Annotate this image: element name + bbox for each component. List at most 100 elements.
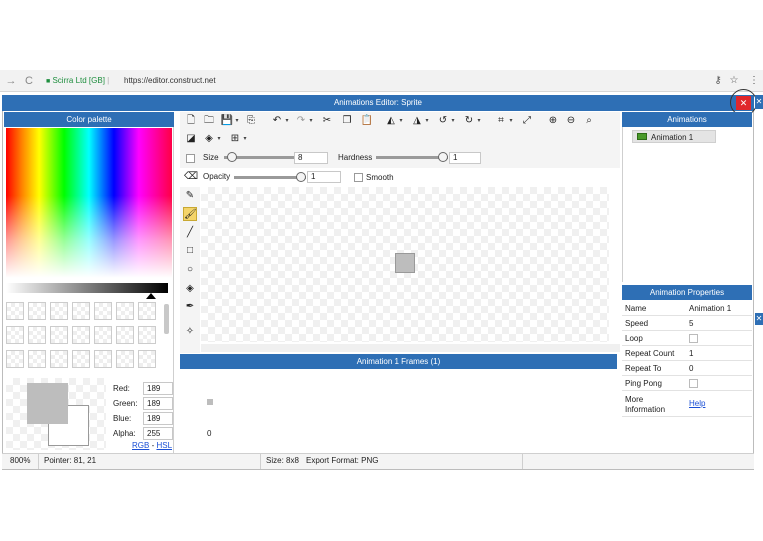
swatch[interactable] bbox=[116, 350, 134, 368]
hsl-mode-link[interactable]: HSL bbox=[156, 441, 172, 450]
redo-icon[interactable]: ↷ bbox=[294, 114, 308, 128]
color-picker-tool-icon[interactable]: ✒ bbox=[183, 300, 197, 314]
rotate-cw-dropdown-icon[interactable]: ▾ bbox=[476, 114, 482, 128]
zoom-in-icon[interactable]: ⊕ bbox=[546, 114, 560, 128]
swatch[interactable] bbox=[138, 302, 156, 320]
rgb-mode-link[interactable]: RGB bbox=[132, 441, 149, 450]
swatch[interactable] bbox=[6, 302, 24, 320]
swatch[interactable] bbox=[94, 302, 112, 320]
reload-icon[interactable]: C bbox=[22, 74, 36, 88]
property-value[interactable]: 1 bbox=[689, 346, 693, 361]
grid-icon[interactable]: ⊞ bbox=[228, 132, 242, 146]
forward-icon[interactable]: → bbox=[4, 74, 18, 88]
blue-input[interactable]: 189 bbox=[143, 412, 173, 425]
opacity-input[interactable]: 1 bbox=[307, 171, 341, 183]
ping-pong-checkbox[interactable] bbox=[689, 379, 698, 388]
hardness-slider-thumb[interactable] bbox=[438, 152, 448, 162]
opacity-slider-thumb[interactable] bbox=[296, 172, 306, 182]
fill-tool-icon[interactable]: ◈ bbox=[183, 282, 197, 296]
save-dropdown-icon[interactable]: ▾ bbox=[234, 114, 240, 128]
rotate-cw-icon[interactable]: ↻ bbox=[462, 114, 476, 128]
rotate-ccw-dropdown-icon[interactable]: ▾ bbox=[450, 114, 456, 128]
opacity-slider[interactable] bbox=[234, 172, 306, 182]
rectangle-tool-icon[interactable]: □ bbox=[183, 244, 197, 258]
red-input[interactable]: 189 bbox=[143, 382, 173, 395]
swatch[interactable] bbox=[72, 350, 90, 368]
undo-dropdown-icon[interactable]: ▾ bbox=[284, 114, 290, 128]
swatch[interactable] bbox=[50, 326, 68, 344]
flip-v-dropdown-icon[interactable]: ▾ bbox=[424, 114, 430, 128]
crop-icon[interactable]: ⌗ bbox=[494, 114, 508, 128]
size-input[interactable]: 8 bbox=[294, 152, 328, 164]
canvas-scrollbar[interactable] bbox=[201, 344, 620, 352]
rotate-ccw-icon[interactable]: ↺ bbox=[436, 114, 450, 128]
cut-icon[interactable]: ✂ bbox=[320, 114, 334, 128]
color-mode-icon[interactable]: ◪ bbox=[184, 132, 198, 146]
green-input[interactable]: 189 bbox=[143, 397, 173, 410]
key-icon[interactable]: ⚷ bbox=[712, 74, 724, 88]
swatch[interactable] bbox=[6, 350, 24, 368]
ellipse-tool-icon[interactable]: ○ bbox=[183, 263, 197, 277]
resize-icon[interactable]: ⤢ bbox=[520, 114, 534, 128]
line-tool-icon[interactable]: ╱ bbox=[183, 226, 197, 240]
pencil-tool-icon[interactable]: ✎ bbox=[183, 189, 197, 203]
bookmark-star-icon[interactable]: ☆ bbox=[728, 74, 740, 88]
redo-dropdown-icon[interactable]: ▾ bbox=[308, 114, 314, 128]
property-value[interactable]: 5 bbox=[689, 316, 693, 331]
help-link[interactable]: Help bbox=[689, 396, 705, 411]
swatch[interactable] bbox=[116, 302, 134, 320]
size-slider-thumb[interactable] bbox=[227, 152, 237, 162]
alpha-input[interactable]: 255 bbox=[143, 427, 173, 440]
hardness-input[interactable]: 1 bbox=[449, 152, 481, 164]
swatch[interactable] bbox=[28, 302, 46, 320]
swatch[interactable] bbox=[94, 350, 112, 368]
eraser-icon[interactable]: ⌫ bbox=[184, 170, 198, 184]
swatch[interactable] bbox=[94, 326, 112, 344]
crop-dropdown-icon[interactable]: ▾ bbox=[508, 114, 514, 128]
zoom-fit-icon[interactable]: ⌕ bbox=[582, 114, 596, 128]
flip-horizontal-icon[interactable]: ◭ bbox=[384, 114, 398, 128]
image-point-tool-icon[interactable]: ✧ bbox=[183, 325, 197, 339]
outer-close-icon-lower[interactable]: ✕ bbox=[755, 313, 763, 325]
swatch-scrollbar[interactable] bbox=[164, 304, 169, 334]
swatch[interactable] bbox=[138, 350, 156, 368]
copy-file-icon[interactable]: ⎘ bbox=[244, 114, 258, 128]
outer-close-icon[interactable]: ✕ bbox=[755, 95, 763, 109]
copy-icon[interactable]: ❐ bbox=[340, 114, 354, 128]
swatch[interactable] bbox=[138, 326, 156, 344]
swatch[interactable] bbox=[72, 326, 90, 344]
flip-vertical-icon[interactable]: ◮ bbox=[410, 114, 424, 128]
address-bar-url[interactable]: https://editor.construct.net bbox=[124, 74, 216, 88]
paste-icon[interactable]: 📋 bbox=[360, 114, 374, 128]
swatch[interactable] bbox=[50, 350, 68, 368]
browser-menu-icon[interactable]: ⋮ bbox=[748, 74, 760, 88]
hardness-slider[interactable] bbox=[376, 152, 448, 162]
grid-dropdown-icon[interactable]: ▾ bbox=[242, 132, 248, 146]
brush-shape-icon[interactable] bbox=[186, 154, 195, 163]
undo-icon[interactable]: ↶ bbox=[270, 114, 284, 128]
color-spectrum[interactable] bbox=[6, 128, 172, 278]
layers-dropdown-icon[interactable]: ▾ bbox=[216, 132, 222, 146]
swatch[interactable] bbox=[50, 302, 68, 320]
layers-icon[interactable]: ◈ bbox=[202, 132, 216, 146]
ramp-marker[interactable] bbox=[146, 293, 156, 299]
flip-h-dropdown-icon[interactable]: ▾ bbox=[398, 114, 404, 128]
swatch[interactable] bbox=[28, 350, 46, 368]
smooth-checkbox[interactable] bbox=[354, 173, 363, 182]
zoom-out-icon[interactable]: ⊖ bbox=[564, 114, 578, 128]
frame-thumbnail[interactable] bbox=[207, 399, 213, 405]
swatch[interactable] bbox=[116, 326, 134, 344]
swatch[interactable] bbox=[28, 326, 46, 344]
new-file-icon[interactable]: 🗋 bbox=[184, 114, 198, 128]
swatch[interactable] bbox=[72, 302, 90, 320]
brush-tool-icon[interactable]: 🖌 bbox=[183, 207, 197, 221]
save-icon[interactable]: 💾 bbox=[220, 114, 234, 128]
open-folder-icon[interactable]: 🗀 bbox=[202, 114, 216, 128]
property-value[interactable]: 0 bbox=[689, 361, 693, 376]
gray-ramp[interactable] bbox=[6, 283, 168, 293]
loop-checkbox[interactable] bbox=[689, 334, 698, 343]
swatch[interactable] bbox=[6, 326, 24, 344]
primary-color-swatch[interactable] bbox=[27, 383, 68, 424]
property-value[interactable]: Animation 1 bbox=[689, 301, 731, 316]
size-slider[interactable] bbox=[224, 152, 294, 162]
